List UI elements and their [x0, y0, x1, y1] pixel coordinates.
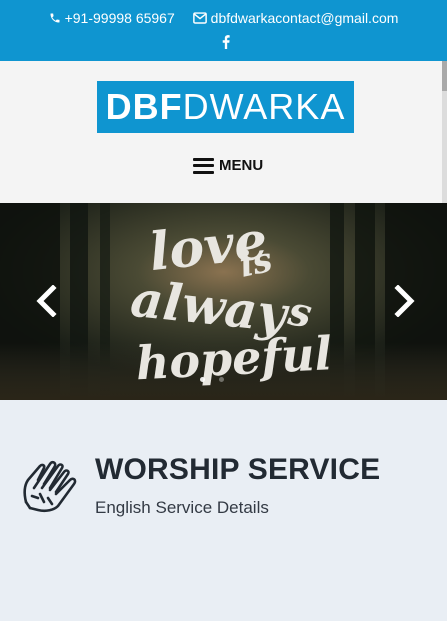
worship-service-section: WORSHIP SERVICE English Service Details: [0, 400, 447, 621]
email-link[interactable]: dbfdwarkacontact@gmail.com: [192, 10, 399, 26]
hamburger-icon: [193, 157, 214, 174]
section-title: WORSHIP SERVICE: [95, 453, 381, 486]
phone-link[interactable]: +91-99998 65967: [49, 10, 175, 26]
envelope-icon: [192, 12, 207, 24]
scrollbar-thumb[interactable]: [442, 61, 447, 91]
slide-dot-2[interactable]: [219, 377, 224, 382]
contact-row: +91-99998 65967 dbfdwarkacontact@gmail.c…: [0, 10, 447, 27]
chevron-left-icon: [36, 285, 57, 317]
previous-slide-button[interactable]: [31, 283, 61, 319]
menu-toggle-button[interactable]: MENU: [193, 157, 263, 174]
praying-hands-icon: [23, 460, 77, 513]
site-header: DBF DWARKA MENU: [0, 61, 447, 203]
logo-bold-text: DBF: [105, 86, 183, 127]
svg-text:hopeful: hopeful: [134, 326, 333, 390]
top-contact-bar: +91-99998 65967 dbfdwarkacontact@gmail.c…: [0, 0, 447, 61]
next-slide-button[interactable]: [390, 283, 420, 319]
facebook-icon: [222, 35, 230, 49]
site-logo[interactable]: DBF DWARKA: [97, 81, 354, 133]
facebook-link[interactable]: [219, 33, 233, 51]
page-scrollbar[interactable]: [442, 61, 447, 203]
section-subtitle[interactable]: English Service Details: [95, 498, 269, 518]
chevron-right-icon: [394, 285, 415, 317]
phone-number: +91-99998 65967: [64, 10, 175, 26]
phone-icon: [50, 13, 60, 23]
logo-light-text: DWARKA: [182, 86, 346, 127]
slide-indicators: [200, 377, 224, 382]
hero-slider: love is alway s hopeful: [0, 203, 447, 400]
email-address: dbfdwarkacontact@gmail.com: [210, 10, 399, 26]
slide-dot-1[interactable]: [200, 377, 205, 382]
menu-label: MENU: [219, 157, 264, 174]
svg-text:is: is: [236, 240, 276, 286]
love-is-always-hopeful-lettering: love is alway s hopeful: [128, 210, 333, 390]
